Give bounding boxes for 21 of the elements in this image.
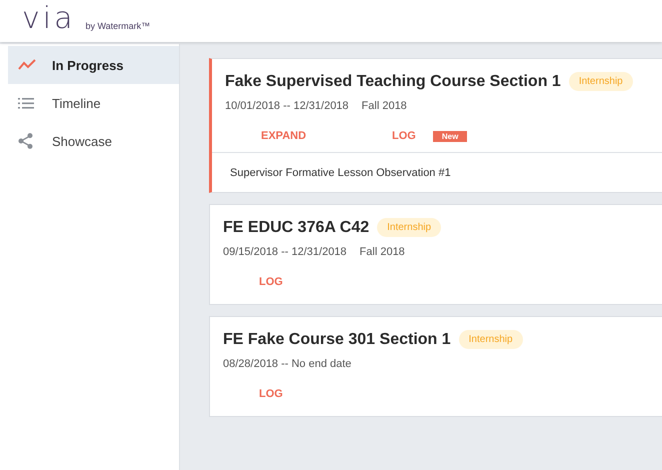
share-icon: [18, 133, 33, 149]
sidebar-item[interactable]: Showcase: [8, 122, 179, 160]
term-label: Fall 2018: [360, 246, 405, 258]
date-range: 09/15/2018 -- 12/31/2018: [223, 246, 347, 258]
new-badge: New: [432, 130, 468, 142]
logo-wordmark: via: [22, 4, 76, 34]
list-icon: [18, 98, 34, 108]
course-title: FE Fake Course 301 Section 1: [223, 330, 451, 348]
type-tag: Internship: [458, 330, 523, 349]
sidebar-item[interactable]: In Progress: [8, 46, 179, 84]
trend-line-icon: [18, 59, 36, 71]
date-range: 08/28/2018 -- No end date: [223, 358, 352, 370]
entry-item[interactable]: Supervisor Formative Lesson Observation #1: [212, 152, 662, 192]
date-range: 10/01/2018 -- 12/31/2018: [225, 100, 349, 112]
sidebar-item[interactable]: Timeline: [8, 84, 179, 122]
term-label: Fall 2018: [362, 100, 407, 112]
type-tag: Internship: [568, 72, 633, 91]
type-tag: Internship: [377, 218, 442, 237]
course-title: Fake Supervised Teaching Course Section 1: [225, 72, 561, 90]
logo-byline: by Watermark™: [85, 21, 150, 31]
course-title: FE EDUC 376A C42: [223, 218, 370, 236]
